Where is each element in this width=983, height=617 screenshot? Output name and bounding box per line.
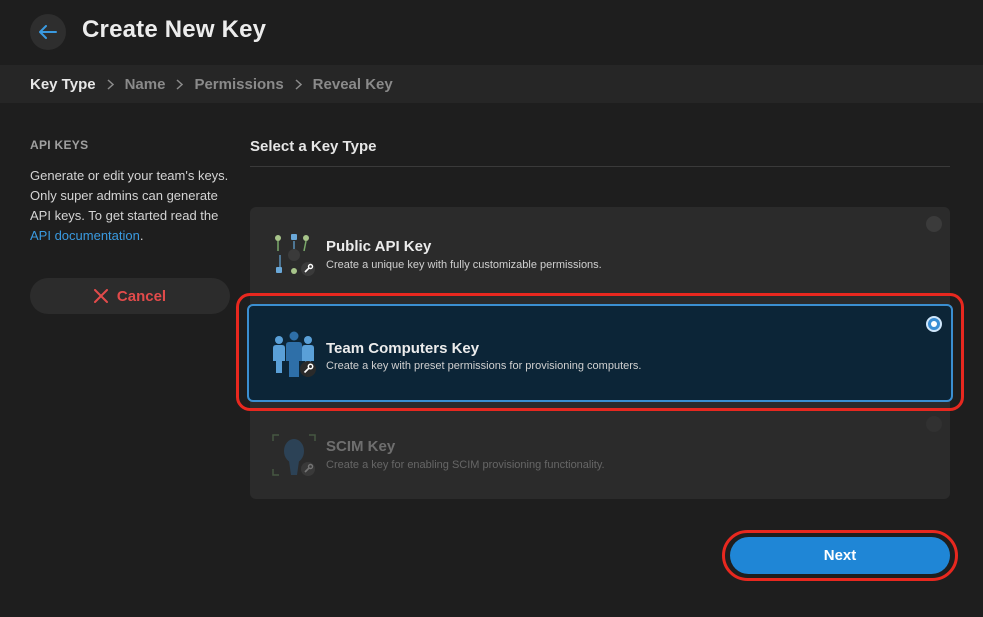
api-documentation-link[interactable]: API documentation (30, 228, 140, 243)
cancel-label: Cancel (116, 287, 167, 305)
chevron-right-icon (107, 78, 114, 90)
page-title: Create New Key (82, 16, 267, 43)
radio-button-selected[interactable] (926, 316, 942, 332)
radio-button[interactable] (926, 216, 942, 232)
cancel-button[interactable]: Cancel (30, 278, 230, 314)
page-header: Create New Key (0, 0, 983, 65)
option-team-computers-key[interactable]: Team Computers Key Create a key with pre… (247, 304, 953, 402)
breadcrumb-step-key-type: Key Type (30, 75, 96, 93)
option-public-api-key[interactable]: Public API Key Create a unique key with … (250, 207, 950, 303)
radio-button (926, 416, 942, 432)
chevron-right-icon (295, 78, 302, 90)
api-network-key-icon (275, 234, 315, 276)
option-title: Team Computers Key (326, 340, 480, 357)
option-title: Public API Key (326, 238, 432, 255)
scim-user-key-icon (272, 434, 316, 476)
arrow-left-icon (39, 25, 57, 39)
team-people-key-icon (273, 331, 316, 377)
option-title: SCIM Key (326, 438, 396, 455)
option-description: Create a unique key with fully customiza… (326, 259, 602, 271)
next-label: Next (823, 547, 857, 564)
section-title: Select a Key Type (250, 138, 377, 155)
sidebar-heading: API KEYS (30, 138, 89, 152)
breadcrumb: Key Type Name Permissions Reveal Key (0, 65, 983, 103)
sidebar-description-end: . (139, 228, 144, 243)
breadcrumb-step-name: Name (124, 75, 166, 93)
close-icon (93, 289, 108, 303)
option-scim-key: SCIM Key Create a key for enabling SCIM … (250, 407, 950, 503)
breadcrumb-step-permissions: Permissions (194, 75, 284, 93)
back-button[interactable] (30, 14, 66, 50)
next-button[interactable]: Next (730, 537, 950, 574)
sidebar: API KEYS Generate or edit your team's ke… (30, 138, 230, 246)
breadcrumb-step-reveal-key: Reveal Key (312, 75, 393, 93)
option-description: Create a key for enabling SCIM provision… (326, 459, 605, 471)
option-description: Create a key with preset permissions for… (326, 360, 642, 372)
divider (250, 166, 950, 167)
sidebar-description: Generate or edit your team's keys. Only … (30, 166, 230, 246)
chevron-right-icon (176, 78, 184, 90)
sidebar-description-text: Generate or edit your team's keys. Only … (30, 168, 229, 223)
